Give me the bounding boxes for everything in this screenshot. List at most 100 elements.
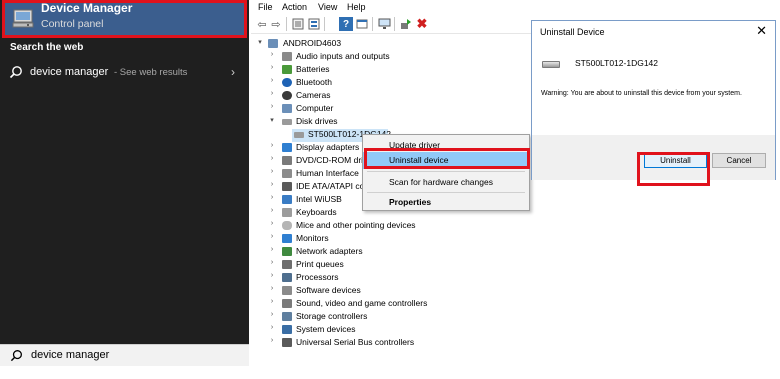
tree-item-label: Audio inputs and outputs	[296, 51, 390, 61]
disk-drive-icon	[294, 132, 304, 138]
monitor-icon[interactable]	[377, 17, 391, 31]
back-arrow-icon[interactable]: ⇦	[255, 17, 269, 31]
tree-item-label: Monitors	[296, 233, 329, 243]
menu-bar: File Action View Help	[251, 0, 531, 14]
disk-drive-icon	[542, 61, 560, 68]
usb-controller-icon	[282, 338, 292, 347]
mouse-icon	[282, 221, 292, 230]
keyboard-icon	[282, 208, 292, 217]
bluetooth-icon	[282, 78, 292, 87]
toolbar-divider	[324, 17, 325, 31]
chevron-right-icon: ›	[270, 259, 274, 266]
menu-help[interactable]: Help	[347, 2, 366, 12]
search-icon	[10, 350, 22, 362]
web-search-result[interactable]: device manager - See web results ›	[0, 60, 249, 84]
update-driver-icon[interactable]	[399, 17, 413, 31]
highlight-frame-uninstall-button	[637, 152, 710, 186]
tree-root-label: ANDROID4603	[283, 38, 342, 48]
system-device-icon	[282, 325, 292, 334]
dvd-drive-icon	[282, 156, 292, 165]
web-result-hint: - See web results	[114, 67, 188, 78]
help-icon[interactable]: ?	[339, 17, 353, 31]
chevron-right-icon: ›	[270, 311, 274, 318]
view-icon[interactable]	[355, 17, 369, 31]
chevron-down-icon: ▾	[270, 117, 274, 124]
tree-item-label: Universal Serial Bus controllers	[296, 337, 415, 347]
chevron-right-icon: ›	[270, 194, 274, 201]
chevron-right-icon: ›	[270, 298, 274, 305]
hid-icon	[282, 169, 292, 178]
menu-file[interactable]: File	[258, 2, 273, 12]
context-divider	[367, 192, 525, 193]
close-icon[interactable]: ✕	[756, 23, 767, 39]
chevron-right-icon: ›	[270, 64, 274, 71]
computer-icon	[282, 104, 292, 113]
menu-action[interactable]: Action	[282, 2, 307, 12]
software-device-icon	[282, 286, 292, 295]
tree-item-label: Software devices	[296, 285, 361, 295]
device-manager-icon	[12, 9, 34, 28]
context-menu: Update driver Uninstall device Scan for …	[362, 134, 530, 211]
taskbar-search-box[interactable]: device manager	[0, 344, 249, 366]
properties-icon[interactable]	[291, 17, 305, 31]
context-item-label: Properties	[389, 197, 432, 207]
dialog-warning: Warning: You are about to uninstall this…	[541, 90, 742, 97]
tree-item-label: Print queues	[296, 259, 344, 269]
dialog-title: Uninstall Device	[540, 27, 605, 37]
chevron-right-icon: ›	[270, 103, 274, 110]
chevron-right-icon: ›	[270, 142, 274, 149]
tree-item-label: Bluetooth	[296, 77, 332, 87]
dialog-device-name: ST500LT012-1DG142	[575, 58, 659, 68]
details-icon[interactable]	[307, 17, 321, 31]
chevron-right-icon: ›	[270, 337, 274, 344]
chevron-right-icon: ›	[270, 285, 274, 292]
tree-item-label: Disk drives	[296, 116, 338, 126]
network-adapter-icon	[282, 247, 292, 256]
chevron-right-icon: ›	[270, 90, 274, 97]
chevron-right-icon: ›	[270, 272, 274, 279]
chevron-right-icon: ›	[270, 77, 274, 84]
toolbar-divider	[372, 17, 373, 31]
toolbar: ⇦ ⇨ ? ✖	[251, 14, 531, 34]
context-properties[interactable]: Properties	[363, 194, 529, 211]
tree-item-label: Computer	[296, 103, 334, 113]
chevron-down-icon: ▾	[258, 39, 262, 46]
uninstall-x-icon[interactable]: ✖	[415, 16, 429, 31]
toolbar-divider	[286, 17, 287, 31]
chevron-right-icon: ›	[270, 220, 274, 227]
chevron-right-icon: ›	[270, 324, 274, 331]
tree-item-label: Human Interface I	[296, 168, 364, 178]
disk-drive-icon	[282, 119, 292, 125]
context-divider	[367, 171, 525, 172]
chevron-right-icon: ›	[270, 207, 274, 214]
printer-icon	[282, 260, 292, 269]
tree-item-label: DVD/CD-ROM dri	[296, 155, 364, 165]
tree-item-label: System devices	[296, 324, 356, 334]
best-match-result[interactable]: Device Manager Control panel	[2, 0, 247, 38]
tree-item-label: Processors	[296, 272, 339, 282]
tree-item-label: Cameras	[296, 90, 331, 100]
storage-controller-icon	[282, 312, 292, 321]
forward-arrow-icon[interactable]: ⇨	[269, 17, 283, 31]
dialog-titlebar: Uninstall Device ✕	[532, 21, 775, 43]
context-item-label: Scan for hardware changes	[389, 177, 493, 187]
sound-icon	[282, 299, 292, 308]
tree-item-label: Network adapters	[296, 246, 363, 256]
toolbar-divider	[394, 17, 395, 31]
camera-icon	[282, 91, 292, 100]
context-scan-hardware[interactable]: Scan for hardware changes	[363, 174, 529, 191]
chevron-right-icon: ›	[270, 155, 274, 162]
chevron-right-icon: ›	[270, 168, 274, 175]
speaker-icon	[282, 52, 292, 61]
chevron-right-icon: ›	[270, 181, 274, 188]
display-adapter-icon	[282, 143, 292, 152]
tree-item-label: Intel WiUSB	[296, 194, 342, 204]
monitor-icon	[282, 234, 292, 243]
tree-item-label: Display adapters	[296, 142, 360, 152]
menu-view[interactable]: View	[318, 2, 337, 12]
search-input-value[interactable]: device manager	[31, 349, 109, 361]
tree-item-label: Batteries	[296, 64, 330, 74]
chevron-right-icon: ›	[270, 246, 274, 253]
tree-item-label: Mice and other pointing devices	[296, 220, 416, 230]
cancel-button[interactable]: Cancel	[712, 153, 766, 168]
